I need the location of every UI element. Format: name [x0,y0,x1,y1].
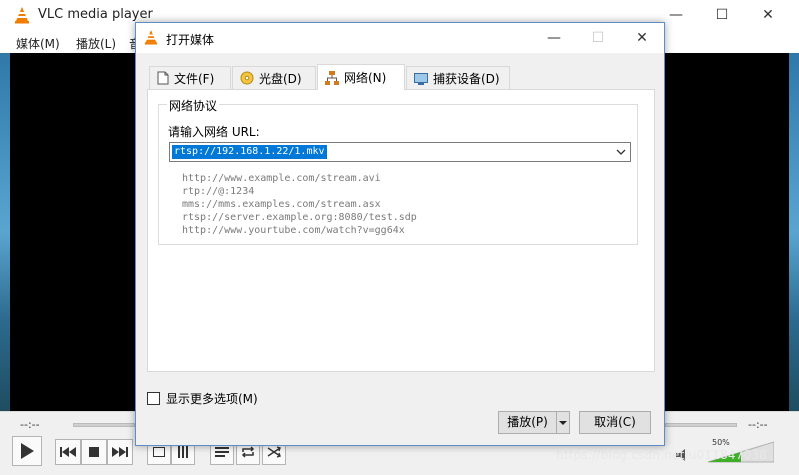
watermark-text: https://blog.csdn.net/u011847038 [556,448,768,462]
elapsed-time: --:-- [20,418,40,431]
url-example: mms://mms.examples.com/stream.asx [182,199,381,210]
tab-file[interactable]: 文件(F) [149,66,231,89]
desktop-wallpaper-left [0,53,10,411]
menu-media[interactable]: 媒体(M) [16,35,60,52]
capture-icon [414,72,428,85]
maximize-icon[interactable]: ☐ [699,0,745,31]
vlc-window-title: VLC media player [38,7,153,22]
url-example: rtsp://server.example.org:8080/test.sdp [182,212,417,223]
checkbox-box[interactable] [147,392,160,405]
play-button[interactable]: 播放(P) [498,411,557,434]
show-more-options-checkbox[interactable]: 显示更多选项(M) [147,390,258,407]
close-icon[interactable]: ✕ [620,23,664,53]
tab-network-label: 网络(N) [344,71,387,85]
network-tab-panel: 网络协议 请输入网络 URL: rtsp://192.168.1.22/1.mk… [147,89,655,372]
url-input-value[interactable]: rtsp://192.168.1.22/1.mkv [172,145,327,159]
url-example: rtp://@:1234 [182,186,255,197]
group-title: 网络协议 [167,97,220,114]
next-button[interactable] [107,439,133,465]
url-example: http://www.yourtube.com/watch?v=gg64x [182,225,405,236]
vlc-cone-icon [144,30,158,48]
url-examples-list: http://www.example.com/stream.avi rtp://… [182,172,417,237]
close-icon[interactable]: ✕ [745,0,791,31]
network-protocol-group: 网络协议 请输入网络 URL: rtsp://192.168.1.22/1.mk… [158,97,638,245]
tab-disc[interactable]: 光盘(D) [232,66,316,89]
tab-capture-label: 捕获设备(D) [433,71,500,86]
file-icon [157,71,169,85]
cancel-button[interactable]: 取消(C) [579,411,651,434]
dialog-title: 打开媒体 [166,33,215,47]
seek-bar[interactable] [73,423,135,427]
play-dropdown-button[interactable] [556,411,570,434]
vlc-cone-icon [14,7,30,27]
menu-playback[interactable]: 播放(L) [76,35,116,52]
url-combobox[interactable]: rtsp://192.168.1.22/1.mkv [169,142,631,162]
total-time: --:-- [748,418,768,431]
dialog-title-bar: 打开媒体 — ☐ ✕ [136,23,664,53]
disc-icon [240,71,254,85]
minimize-icon[interactable]: — [532,23,576,53]
stop-button[interactable] [81,439,107,465]
open-media-dialog: 打开媒体 — ☐ ✕ 文件(F) 光盘(D) 网络(N) 捕获设备(D) 网络协… [135,22,665,446]
tab-capture-device[interactable]: 捕获设备(D) [406,66,510,89]
tab-disc-label: 光盘(D) [259,71,302,86]
network-icon [325,70,339,85]
desktop-wallpaper-right [789,53,799,411]
seek-bar-end[interactable] [665,423,737,427]
url-label: 请输入网络 URL: [168,125,260,139]
previous-button[interactable] [55,439,81,465]
tab-network[interactable]: 网络(N) [317,64,405,90]
show-more-options-label: 显示更多选项(M) [166,392,258,406]
play-button[interactable] [12,436,42,466]
tab-file-label: 文件(F) [174,71,215,86]
maximize-icon: ☐ [591,30,605,46]
volume-percent: 50% [712,438,730,447]
chevron-down-icon[interactable] [616,146,626,161]
url-example: http://www.example.com/stream.avi [182,173,381,184]
